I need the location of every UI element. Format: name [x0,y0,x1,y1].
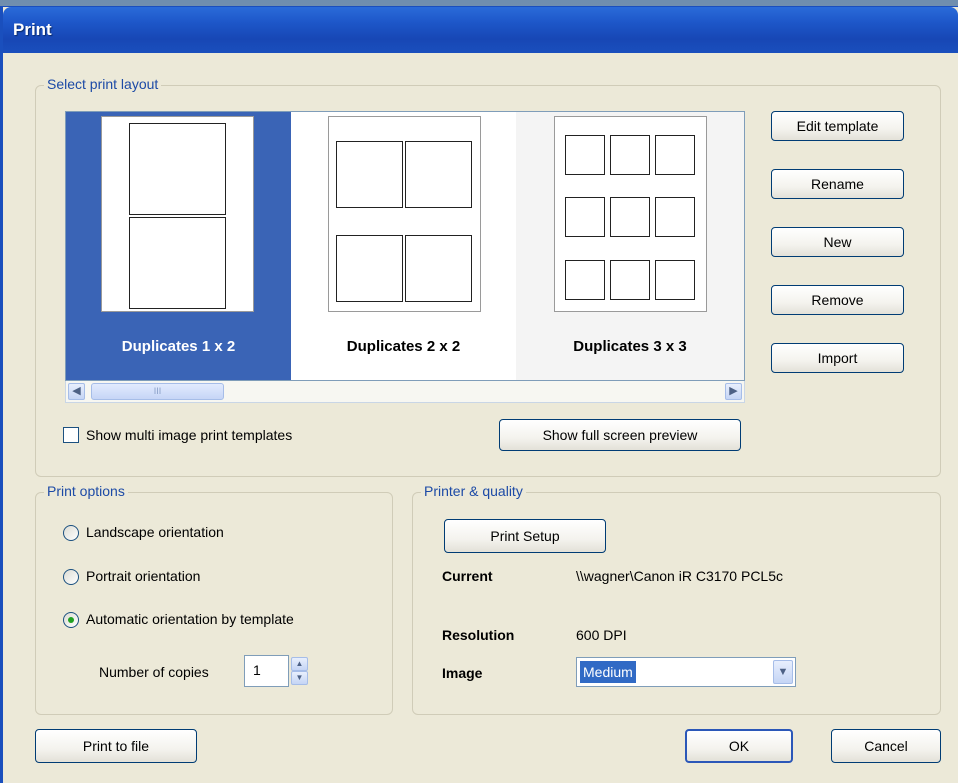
resolution-label: Resolution [442,627,515,643]
show-multi-templates-checkbox[interactable] [63,427,79,443]
scroll-left-icon[interactable]: ◀ [68,383,85,400]
current-printer-label: Current [442,568,493,584]
portrait-label[interactable]: Portrait orientation [86,568,200,584]
template-caption: Duplicates 1 x 2 [121,338,236,355]
spin-up-icon[interactable]: ▲ [291,657,308,671]
template-thumbnail [328,116,481,312]
print-to-file-button[interactable]: Print to file [35,729,197,763]
print-dialog: Print Select print layout Duplicates 1 x… [0,6,958,783]
title-bar[interactable]: Print [3,7,958,53]
photo-thumbnail [565,260,605,300]
select-print-layout-label: Select print layout [44,76,162,92]
rename-button[interactable]: Rename [771,169,904,199]
template-horizontal-scrollbar[interactable]: ◀ III ▶ [65,381,745,403]
template-thumbnail [554,116,707,312]
photo-thumbnail [129,123,226,215]
photo-thumbnail [405,235,472,302]
current-printer-value: \\wagner\Canon iR C3170 PCL5c [576,568,784,584]
number-of-copies-label: Number of copies [99,664,209,680]
window-title: Print [13,20,52,39]
image-quality-select[interactable]: Medium ▼ [576,657,796,687]
photo-thumbnail [610,260,650,300]
photo-thumbnail [565,135,605,175]
photo-thumbnail [610,197,650,237]
chevron-down-icon[interactable]: ▼ [773,660,793,684]
cancel-button[interactable]: Cancel [831,729,941,763]
automatic-orientation-label[interactable]: Automatic orientation by template [86,611,294,627]
photo-thumbnail [336,235,403,302]
template-list[interactable]: Duplicates 1 x 2 Duplicates 2 x 2 Duplic… [65,111,745,381]
automatic-orientation-radio[interactable] [63,612,79,628]
template-caption: Duplicates 2 x 2 [346,338,461,355]
show-multi-templates-label[interactable]: Show multi image print templates [86,427,292,443]
print-setup-button[interactable]: Print Setup [444,519,606,553]
edit-template-button[interactable]: Edit template [771,111,904,141]
template-thumbnail [101,116,254,312]
template-duplicates-1x2[interactable]: Duplicates 1 x 2 [66,112,291,380]
copies-spinner[interactable]: ▲ ▼ [291,657,308,685]
new-button[interactable]: New [771,227,904,257]
scroll-right-icon[interactable]: ▶ [725,383,742,400]
landscape-label[interactable]: Landscape orientation [86,524,224,540]
scroll-thumb[interactable]: III [91,383,224,400]
image-quality-label: Image [442,665,483,681]
show-full-screen-preview-button[interactable]: Show full screen preview [499,419,741,451]
remove-button[interactable]: Remove [771,285,904,315]
radio-selected-dot [68,617,74,623]
resolution-value: 600 DPI [576,627,627,643]
photo-thumbnail [129,217,226,309]
import-button[interactable]: Import [771,343,904,373]
ok-button[interactable]: OK [685,729,793,763]
photo-thumbnail [610,135,650,175]
spin-down-icon[interactable]: ▼ [291,671,308,685]
landscape-radio[interactable] [63,525,79,541]
photo-thumbnail [655,135,695,175]
photo-thumbnail [655,197,695,237]
template-caption: Duplicates 3 x 3 [573,338,687,355]
template-duplicates-2x2[interactable]: Duplicates 2 x 2 [291,112,516,380]
copies-input[interactable]: 1 [244,655,289,687]
photo-thumbnail [336,141,403,208]
photo-thumbnail [565,197,605,237]
photo-thumbnail [655,260,695,300]
portrait-radio[interactable] [63,569,79,585]
photo-thumbnail [405,141,472,208]
print-options-label: Print options [44,483,128,499]
printer-quality-label: Printer & quality [421,483,526,499]
template-duplicates-3x3[interactable]: Duplicates 3 x 3 [516,112,744,380]
image-quality-selected-value: Medium [580,661,636,683]
